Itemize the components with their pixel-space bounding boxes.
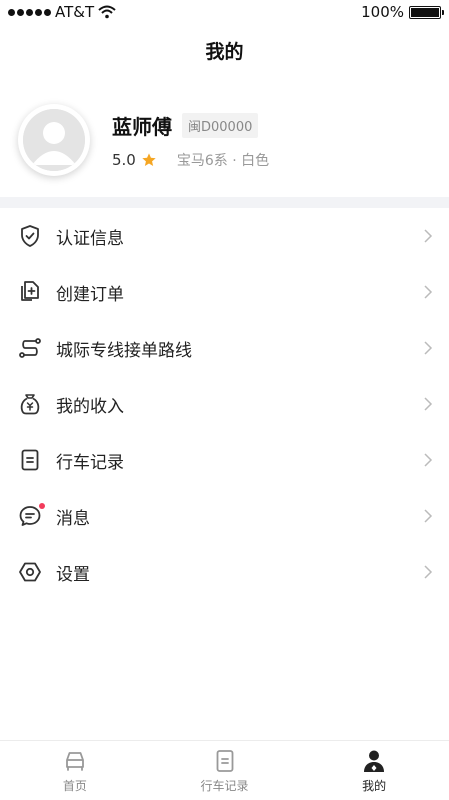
menu-item-certification[interactable]: 认证信息 (0, 208, 449, 264)
chevron-right-icon (424, 229, 433, 243)
battery-fill (411, 7, 439, 17)
tab-bar: 首页 行车记录 我的 (0, 740, 449, 800)
page-title: 我的 (205, 40, 244, 63)
profile-card[interactable]: 蓝师傅 闽D00000 5.0 宝马6系 · 白色 (0, 92, 449, 188)
money-bag-icon (20, 394, 40, 415)
menu-item-settings[interactable]: 设置 (0, 544, 449, 600)
chevron-right-icon (424, 341, 433, 355)
car-icon (65, 751, 84, 771)
carrier-label: AT&T (55, 3, 95, 21)
battery-icon (409, 5, 444, 19)
chevron-right-icon (424, 509, 433, 523)
shield-check-icon (21, 225, 39, 247)
record-icon (21, 449, 39, 471)
profile-info: 蓝师傅 闽D00000 5.0 宝马6系 · 白色 (112, 111, 269, 170)
wifi-icon (98, 5, 116, 19)
menu-item-label: 设置 (56, 564, 90, 585)
chevron-right-icon (424, 453, 433, 467)
menu-item-label: 消息 (56, 508, 90, 529)
message-icon (19, 506, 41, 526)
tab-label: 我的 (362, 778, 387, 793)
section-divider (0, 197, 449, 208)
status-left: AT&T (8, 3, 116, 21)
signal-icon (8, 8, 51, 16)
record-icon (216, 749, 233, 772)
status-right: 100% (361, 3, 444, 21)
rating-value: 5.0 (112, 150, 136, 169)
route-icon (19, 338, 41, 358)
menu-item-driving-record[interactable]: 行车记录 (0, 432, 449, 488)
tab-mine[interactable]: 我的 (299, 741, 449, 800)
menu-item-label: 城际专线接单路线 (56, 340, 192, 361)
tab-label: 行车记录 (200, 778, 249, 793)
tab-home[interactable]: 首页 (0, 741, 150, 800)
tab-driving-record[interactable]: 行车记录 (150, 741, 300, 800)
tab-label: 首页 (62, 778, 87, 793)
chevron-right-icon (424, 565, 433, 579)
avatar-placeholder-icon (23, 109, 85, 171)
message-icon-wrap (18, 503, 45, 528)
document-add-icon (21, 281, 39, 301)
menu-item-intercity-route[interactable]: 城际专线接单路线 (0, 320, 449, 376)
car-info: 宝马6系 · 白色 (176, 152, 270, 169)
plate-badge: 闽D00000 (182, 112, 259, 138)
name-row: 蓝师傅 闽D00000 (112, 111, 269, 140)
header: 我的 (0, 24, 449, 76)
menu-item-income[interactable]: 我的收入 (0, 376, 449, 432)
settings-icon (19, 562, 41, 582)
user-icon (364, 750, 385, 772)
chevron-right-icon (424, 285, 433, 299)
battery-percent: 100% (361, 3, 404, 21)
driver-name: 蓝师傅 (112, 114, 172, 139)
menu-item-label: 创建订单 (56, 284, 124, 305)
menu-item-create-order[interactable]: 创建订单 (0, 264, 449, 320)
menu-item-messages[interactable]: 消息 (0, 488, 449, 544)
star-icon (142, 152, 156, 166)
chevron-right-icon (424, 397, 433, 411)
meta-row: 5.0 宝马6系 · 白色 (112, 150, 269, 170)
status-bar: AT&T 100% (0, 0, 449, 24)
avatar[interactable] (18, 104, 90, 176)
menu-list: 认证信息 创建订单 城际专线接单路线 我的收入 行车记录 消息 设置 (0, 208, 449, 600)
menu-item-label: 行车记录 (56, 452, 124, 473)
menu-item-label: 我的收入 (56, 396, 124, 417)
unread-dot (39, 503, 45, 509)
menu-item-label: 认证信息 (56, 228, 124, 249)
